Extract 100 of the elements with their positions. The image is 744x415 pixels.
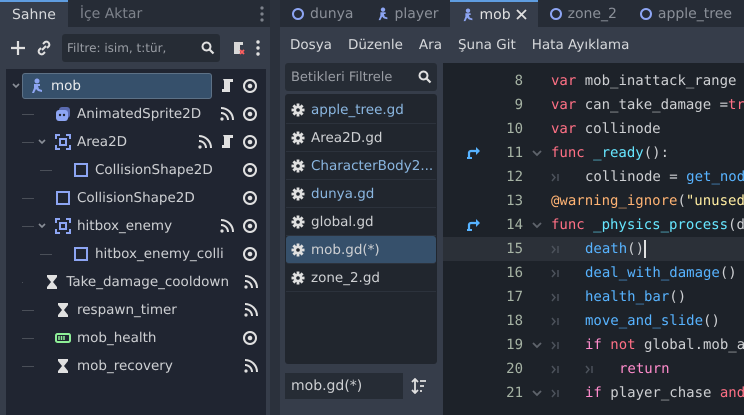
menu-item[interactable]: Dosya	[290, 37, 332, 53]
code-token: tr	[728, 97, 744, 113]
code-token: @warning_ignore	[551, 193, 678, 209]
search-icon	[418, 70, 432, 84]
gear-icon	[291, 186, 305, 200]
line-number: 8	[514, 73, 523, 89]
tab-marker-icon	[551, 364, 560, 374]
script-filter-field[interactable]: Betikleri Filtrele	[285, 63, 437, 91]
visibility-eye-icon[interactable]	[242, 134, 258, 150]
code-editor[interactable]	[443, 63, 744, 415]
code-token: _physics_process	[592, 217, 728, 233]
override-arrow-icon[interactable]	[467, 219, 481, 231]
tab-marker-icon	[551, 268, 560, 278]
tree-item[interactable]: hitbox_enemy_colli	[66, 241, 234, 267]
tree-item[interactable]: respawn_timer	[48, 297, 236, 323]
tree-item[interactable]: Area2D	[48, 129, 190, 155]
visibility-eye-icon[interactable]	[242, 78, 258, 94]
tab-marker-icon	[551, 340, 560, 350]
gear-icon	[291, 158, 305, 172]
code-token: _ready	[592, 145, 644, 161]
dock-tab[interactable]: Sahne	[0, 0, 68, 27]
visibility-eye-icon[interactable]	[242, 330, 258, 346]
dock-tab[interactable]: İçe Aktar	[68, 0, 154, 27]
more-options-icon[interactable]	[256, 40, 260, 56]
visibility-eye-icon[interactable]	[242, 162, 258, 178]
menu-item[interactable]: Ara	[418, 37, 442, 53]
override-arrow-icon[interactable]	[467, 147, 481, 159]
code-token: health_bar	[585, 289, 670, 305]
tree-item[interactable]: CollisionShape2D	[66, 157, 234, 183]
tree-item[interactable]: mob	[22, 73, 212, 99]
tree-item[interactable]: hitbox_enemy	[48, 213, 212, 239]
line-number: 10	[505, 121, 523, 137]
signal-icon[interactable]	[244, 303, 258, 317]
filter-field[interactable]: Filtre: isim, t:tür,	[62, 34, 220, 62]
script-name: zone_2.gd	[311, 270, 380, 286]
menu-item[interactable]: Hata Ayıklama	[532, 37, 630, 53]
tree-item[interactable]: mob_recovery	[48, 353, 236, 379]
line-number: 17	[505, 289, 523, 305]
signal-icon[interactable]	[198, 135, 212, 149]
fold-chevron-icon[interactable]	[532, 389, 542, 397]
signal-icon[interactable]	[220, 219, 234, 233]
more-options-icon[interactable]	[260, 6, 264, 22]
visibility-eye-icon[interactable]	[242, 218, 258, 234]
square-outline-icon	[73, 246, 89, 262]
code-token: if	[585, 385, 602, 401]
script-icon[interactable]	[220, 78, 234, 94]
script-list-item[interactable]: zone_2.gd	[286, 264, 436, 292]
script-name: dunya.gd	[311, 186, 374, 202]
script-list-item[interactable]: Area2D.gd	[286, 124, 436, 152]
scene-tab[interactable]: apple_tree	[628, 0, 743, 27]
script-name: mob.gd(*)	[311, 242, 380, 258]
sort-icon[interactable]	[411, 378, 427, 394]
chevron-icon[interactable]	[36, 221, 48, 231]
code-token: func	[551, 145, 585, 161]
code-token: if	[585, 337, 602, 353]
code-token: mob_inattack_range	[584, 73, 736, 89]
circle-icon	[548, 6, 563, 20]
scene-tab[interactable]: mob	[450, 0, 538, 27]
close-icon[interactable]	[516, 9, 527, 20]
signal-icon[interactable]	[244, 359, 258, 373]
signal-icon[interactable]	[220, 107, 234, 121]
scene-tab[interactable]: zone_2	[538, 0, 628, 27]
visibility-eye-icon[interactable]	[242, 246, 258, 262]
gear-icon	[291, 130, 305, 144]
fold-chevron-icon[interactable]	[532, 221, 542, 229]
chevron-icon[interactable]	[10, 81, 22, 91]
tree-item[interactable]: Take_damage_cooldown	[37, 269, 236, 295]
current-script-field[interactable]: mob.gd(*)	[285, 373, 403, 399]
code-token: var	[551, 97, 576, 113]
script-icon[interactable]	[220, 134, 234, 150]
square-outline-icon	[73, 162, 89, 178]
chevron-icon[interactable]	[36, 137, 48, 147]
script-list-item[interactable]: CharacterBody2...	[286, 152, 436, 180]
line-number: 18	[505, 313, 523, 329]
tree-item[interactable]: mob_health	[48, 325, 234, 351]
fold-chevron-icon[interactable]	[532, 149, 542, 157]
tree-item[interactable]: AnimatedSprite2D	[48, 101, 212, 127]
menu-item[interactable]: Düzenle	[348, 37, 403, 53]
scene-tab[interactable]: dunya	[280, 0, 364, 27]
hourglass-icon	[55, 358, 71, 374]
scene-tab[interactable]: player	[364, 0, 450, 27]
visibility-eye-icon[interactable]	[242, 106, 258, 122]
script-list-item[interactable]: apple_tree.gd	[286, 96, 436, 124]
script-list-item[interactable]: dunya.gd	[286, 180, 436, 208]
script-name: CharacterBody2...	[311, 158, 434, 174]
tab-marker-icon	[551, 316, 560, 326]
code-token: func	[551, 217, 585, 233]
link-icon[interactable]	[36, 40, 52, 56]
visibility-eye-icon[interactable]	[242, 190, 258, 206]
signal-icon[interactable]	[244, 275, 258, 289]
tab-marker-icon	[551, 172, 560, 182]
fold-chevron-icon[interactable]	[532, 341, 542, 349]
progress-bar-icon	[55, 330, 71, 346]
script-list-item[interactable]: mob.gd(*)	[286, 236, 436, 264]
menu-item[interactable]: Şuna Git	[458, 37, 516, 53]
hourglass-icon	[55, 302, 71, 318]
add-icon[interactable]	[10, 40, 26, 56]
tree-item[interactable]: CollisionShape2D	[48, 185, 234, 211]
code-token: (d	[728, 217, 744, 233]
code-token: not	[609, 337, 636, 353]
